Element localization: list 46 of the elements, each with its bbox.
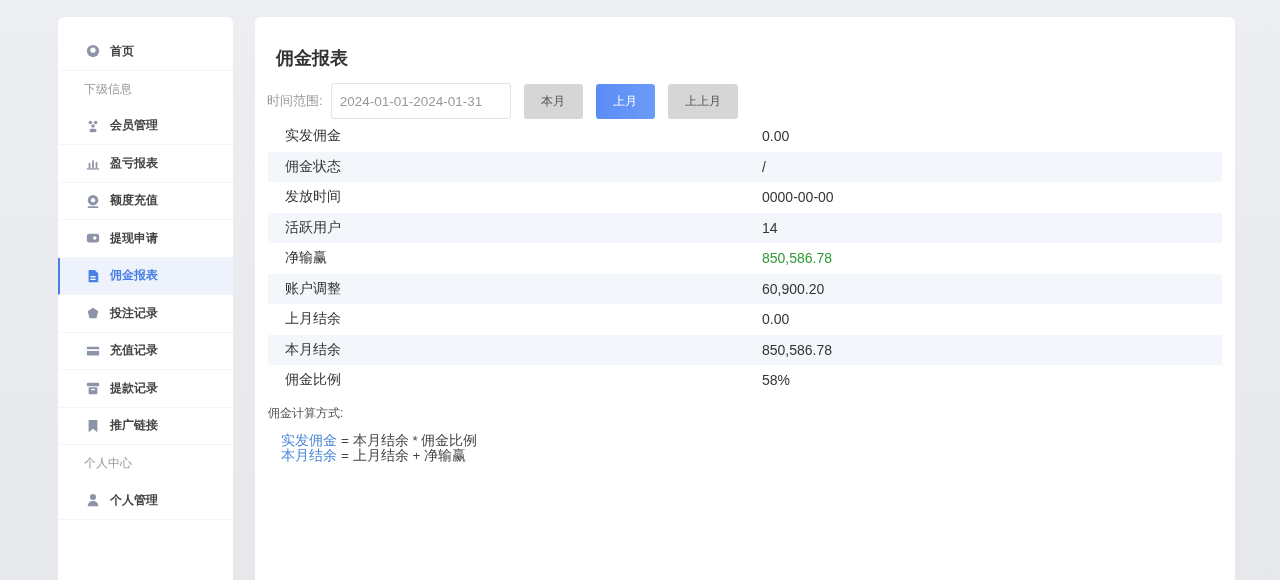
field-label: 本月结余 — [284, 340, 342, 359]
sidebar-item[interactable]: 推广链接 — [58, 407, 233, 445]
document-icon — [86, 268, 100, 283]
users-icon — [86, 118, 100, 133]
field-label: 净输赢 — [284, 249, 328, 268]
sidebar-item[interactable]: 投注记录 — [58, 295, 233, 333]
field-value: 60,900.20 — [762, 280, 825, 297]
sidebar-section-title: 下级信息 — [83, 80, 133, 98]
field-label: 账户调整 — [284, 279, 342, 298]
formula-expression: = 上月结余 + 净输赢 — [341, 448, 467, 463]
formula-expression: = 本月结余 * 佣金比例 — [341, 432, 478, 448]
period-button[interactable]: 本月 — [523, 83, 583, 119]
sidebar-item[interactable]: 个人管理 — [58, 482, 233, 520]
sidebar-item[interactable]: 佣金报表 — [58, 257, 233, 295]
formula-term: 实发佣金 — [281, 432, 337, 448]
sidebar-item[interactable]: 提现申请 — [58, 220, 233, 258]
box-icon — [86, 381, 100, 396]
page-title: 佣金报表 — [276, 47, 348, 70]
sidebar-item[interactable]: 盈亏报表 — [58, 145, 233, 183]
sidebar-section-title: 个人中心 — [83, 455, 133, 472]
period-button[interactable]: 上上月 — [667, 83, 738, 119]
field-label: 发放时间 — [284, 188, 342, 207]
coin-icon — [86, 193, 100, 208]
field-value: 14 — [762, 219, 778, 236]
sidebar-item[interactable]: 提款记录 — [58, 370, 233, 408]
field-label: 上月结余 — [284, 310, 342, 329]
date-range-label: 时间范围: — [267, 92, 323, 110]
field-value: 0.00 — [762, 128, 790, 145]
sidebar-item[interactable]: 额度充值 — [58, 182, 233, 220]
formula-term: 本月结余 — [281, 448, 337, 463]
field-value: 850,586.78 — [762, 341, 833, 358]
field-label: 实发佣金 — [284, 127, 342, 146]
field-value: / — [762, 158, 766, 175]
sidebar-item[interactable]: 首页 — [58, 33, 233, 71]
field-label: 活跃用户 — [284, 218, 342, 237]
sidebar-item[interactable]: 充值记录 — [58, 332, 233, 370]
sidebar-item[interactable]: 会员管理 — [58, 107, 233, 145]
user-icon — [86, 493, 100, 508]
field-value: 0000-00-00 — [762, 189, 834, 206]
field-value: 0.00 — [762, 311, 790, 328]
bookmark-icon — [86, 418, 100, 433]
field-label: 佣金状态 — [284, 157, 342, 176]
formula-caption: 佣金计算方式: — [268, 404, 345, 422]
field-label: 佣金比例 — [284, 371, 342, 390]
field-value: 850,586.78 — [762, 250, 833, 267]
field-value: 58% — [762, 372, 791, 389]
